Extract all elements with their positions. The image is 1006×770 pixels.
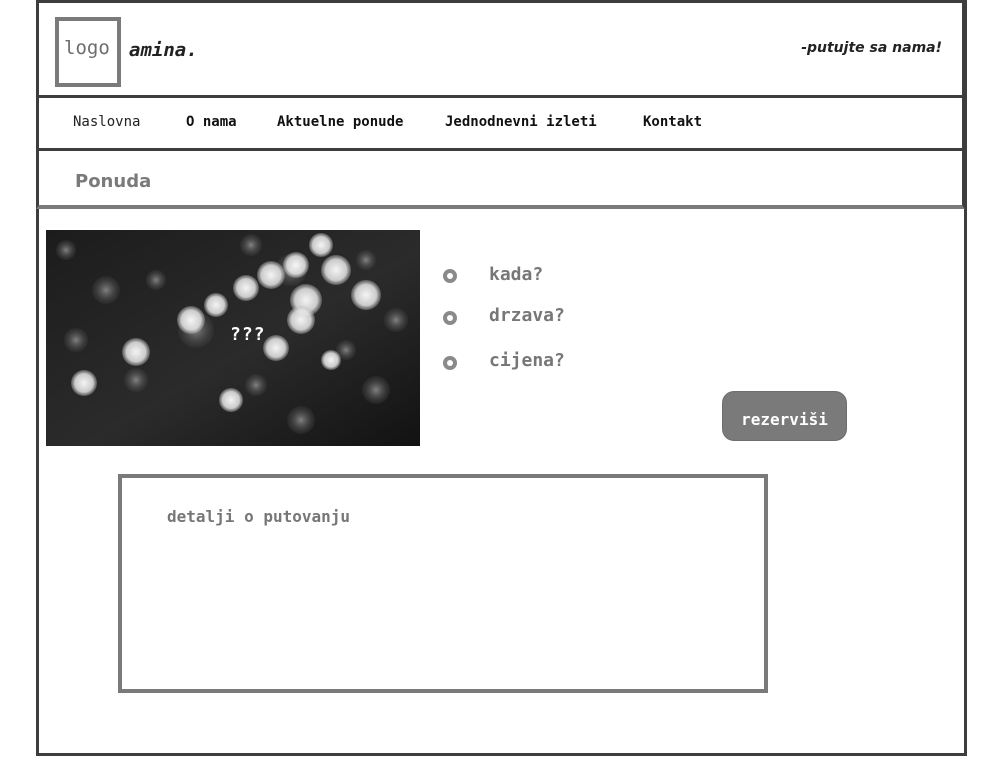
detail-label: kada? [489,264,544,285]
nav-item-o-nama[interactable]: O nama [186,114,237,130]
page-title-bar: Ponuda [36,148,965,209]
bullet-icon [443,311,457,325]
trip-details-box: detalji o putovanju [118,474,768,693]
nav-item-kontakt[interactable]: Kontakt [643,114,702,130]
nav-item-jednodnevni-izleti[interactable]: Jednodnevni izleti [445,114,597,130]
detail-label: cijena? [489,350,565,371]
main-nav: Naslovna O nama Aktuelne ponude Jednodne… [36,98,965,151]
slogan: -putujte sa nama! [801,40,942,56]
nav-item-naslovna[interactable]: Naslovna [73,114,140,130]
trip-details-label: detalji o putovanju [167,507,351,526]
reserve-button[interactable]: rezerviši [722,391,847,441]
nav-item-aktuelne-ponude[interactable]: Aktuelne ponude [277,114,403,130]
site-header: logo amina. -putujte sa nama! [36,0,965,98]
image-caption: ??? [230,324,266,345]
detail-label: drzava? [489,305,565,326]
logo[interactable]: logo [55,17,121,87]
logo-text: logo [64,37,110,59]
brand-name: amina. [129,39,198,61]
bullet-icon [443,269,457,283]
offer-image: ??? [46,230,420,446]
bullet-icon [443,356,457,370]
page-title: Ponuda [75,171,152,192]
